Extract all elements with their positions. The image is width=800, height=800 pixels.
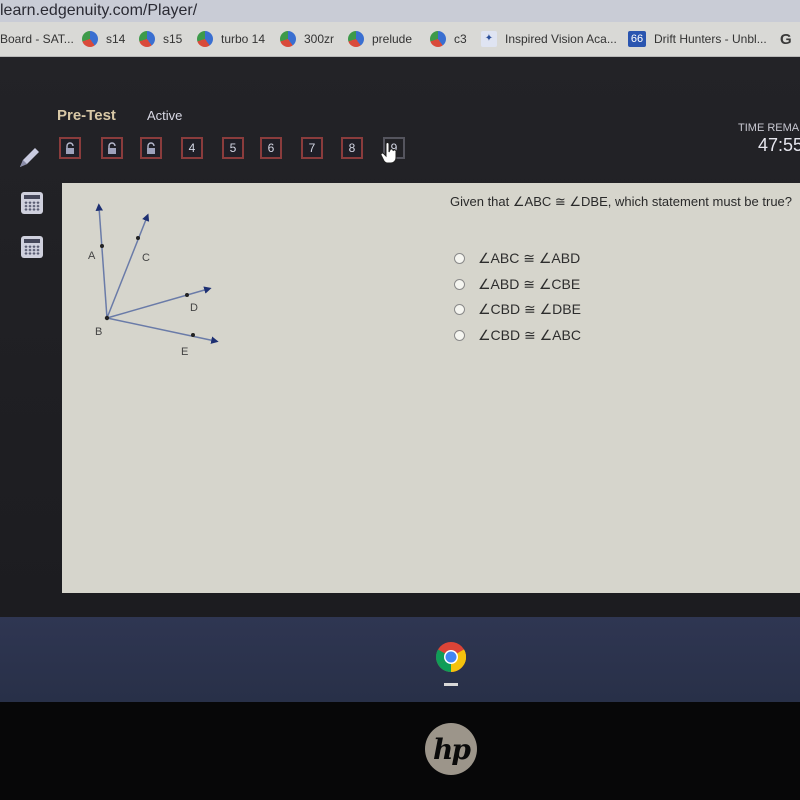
bookmark-item[interactable]: 300zr — [280, 30, 334, 48]
bookmark-label: Inspired Vision Aca... — [505, 32, 617, 46]
answer-option[interactable]: ∠ABC ≅ ∠ABD — [454, 246, 581, 272]
ray-be — [106, 317, 219, 344]
question-text: Given that ∠ABC ≅ ∠DBE, which statement … — [450, 194, 793, 209]
activity-title: Pre-Test — [57, 107, 116, 124]
chrome-icon[interactable] — [435, 641, 467, 673]
bookmarks-bar: Board - SAT... s14 s15 turbo 14 300zr pr… — [0, 22, 800, 57]
answer-option-label: ∠ABD ≅ ∠CBE — [478, 275, 581, 292]
answer-option[interactable]: ∠CBD ≅ ∠ABC — [454, 323, 581, 349]
os-shelf — [0, 617, 800, 702]
question-8-button[interactable]: 8 — [341, 137, 363, 159]
answer-option-label: ∠ABC ≅ ∠ABD — [478, 250, 581, 267]
hp-logo: hp — [425, 723, 477, 775]
bookmark-label: s15 — [163, 32, 183, 46]
activity-status: Active — [147, 108, 183, 123]
bookmark-item[interactable]: 66 Drift Hunters - Unbl... — [628, 30, 767, 48]
bookmark-label: Drift Hunters - Unbl... — [654, 32, 767, 46]
bookmark-item[interactable]: s14 — [82, 30, 125, 48]
bookmark-favicon-icon — [348, 31, 364, 47]
ray-ba — [95, 203, 108, 319]
lock-icon — [66, 142, 74, 154]
point-d — [185, 293, 189, 297]
bookmark-label: Board - SAT... — [0, 32, 74, 46]
bookmark-label: s14 — [106, 32, 126, 46]
pencil-icon[interactable] — [16, 145, 42, 171]
time-remaining-label: TIME REMAI — [738, 122, 800, 134]
point-a — [100, 244, 104, 248]
label-b: B — [95, 326, 102, 338]
bookmark-label: turbo 14 — [221, 32, 266, 46]
time-remaining-value: 47:55 — [758, 135, 800, 155]
radio-button[interactable] — [454, 278, 465, 290]
answer-option-label: ∠CBD ≅ ∠DBE — [478, 301, 581, 318]
bookmark-item[interactable]: ✦ Inspired Vision Aca... — [481, 30, 617, 48]
answer-options: ∠ABC ≅ ∠ABD ∠ABD ≅ ∠CBE ∠CBD ≅ ∠DBE ∠CBD… — [454, 246, 581, 348]
bookmark-favicon-icon — [197, 31, 213, 47]
bookmark-favicon-icon — [280, 31, 296, 47]
google-bookmark[interactable]: G — [780, 30, 792, 48]
answer-option[interactable]: ∠CBD ≅ ∠DBE — [454, 297, 581, 323]
point-e — [191, 333, 195, 337]
question-2-button[interactable] — [101, 137, 123, 159]
label-c: C — [142, 252, 150, 264]
question-1-button[interactable] — [59, 137, 81, 159]
drift-hunters-favicon-icon: 66 — [628, 31, 646, 47]
calculator-icon[interactable] — [21, 192, 43, 214]
ray-bc — [106, 213, 150, 319]
laptop-bezel — [0, 702, 800, 800]
radio-button[interactable] — [454, 329, 465, 341]
bookmark-label: c3 — [454, 32, 467, 46]
point-c — [136, 236, 140, 240]
hp-logo-text: hp — [433, 732, 471, 766]
bookmark-item[interactable]: prelude — [348, 30, 412, 48]
running-app-indicator — [444, 683, 458, 686]
label-e: E — [181, 346, 188, 358]
bookmark-favicon-icon — [139, 31, 155, 47]
radio-button[interactable] — [454, 253, 465, 265]
school-favicon-icon: ✦ — [481, 31, 497, 47]
scientific-calculator-icon[interactable] — [21, 236, 43, 258]
label-d: D — [190, 302, 198, 314]
bookmark-item[interactable]: s15 — [139, 30, 182, 48]
bookmark-item[interactable]: c3 — [430, 30, 467, 48]
edgenuity-player: Pre-Test Active TIME REMAI 47:55 4 5 6 7… — [0, 57, 800, 646]
question-panel: A C D E B Given that ∠ABC ≅ ∠DBE, which … — [62, 183, 800, 646]
google-icon: G — [780, 30, 792, 48]
label-a: A — [88, 250, 96, 262]
question-3-button[interactable] — [140, 137, 162, 159]
hand-cursor-icon — [380, 142, 397, 164]
angle-diagram: A C D E B — [88, 203, 219, 358]
answer-option[interactable]: ∠ABD ≅ ∠CBE — [454, 272, 581, 298]
bookmark-favicon-icon — [82, 31, 98, 47]
question-5-button[interactable]: 5 — [222, 137, 244, 159]
bookmark-favicon-icon — [430, 31, 446, 47]
question-7-button[interactable]: 7 — [301, 137, 323, 159]
question-6-button[interactable]: 6 — [260, 137, 282, 159]
point-b — [104, 315, 110, 321]
answer-option-label: ∠CBD ≅ ∠ABC — [478, 326, 581, 343]
bookmark-label: prelude — [372, 32, 413, 46]
radio-button[interactable] — [454, 304, 465, 316]
bookmark-item[interactable]: Board - SAT... — [0, 30, 74, 48]
bookmark-label: 300zr — [304, 32, 335, 46]
question-4-button[interactable]: 4 — [181, 137, 203, 159]
lock-icon — [147, 142, 155, 154]
address-bar[interactable]: learn.edgenuity.com/Player/ — [0, 0, 800, 22]
bookmark-item[interactable]: turbo 14 — [197, 30, 265, 48]
url-text[interactable]: learn.edgenuity.com/Player/ — [0, 2, 197, 20]
lock-icon — [108, 142, 116, 154]
